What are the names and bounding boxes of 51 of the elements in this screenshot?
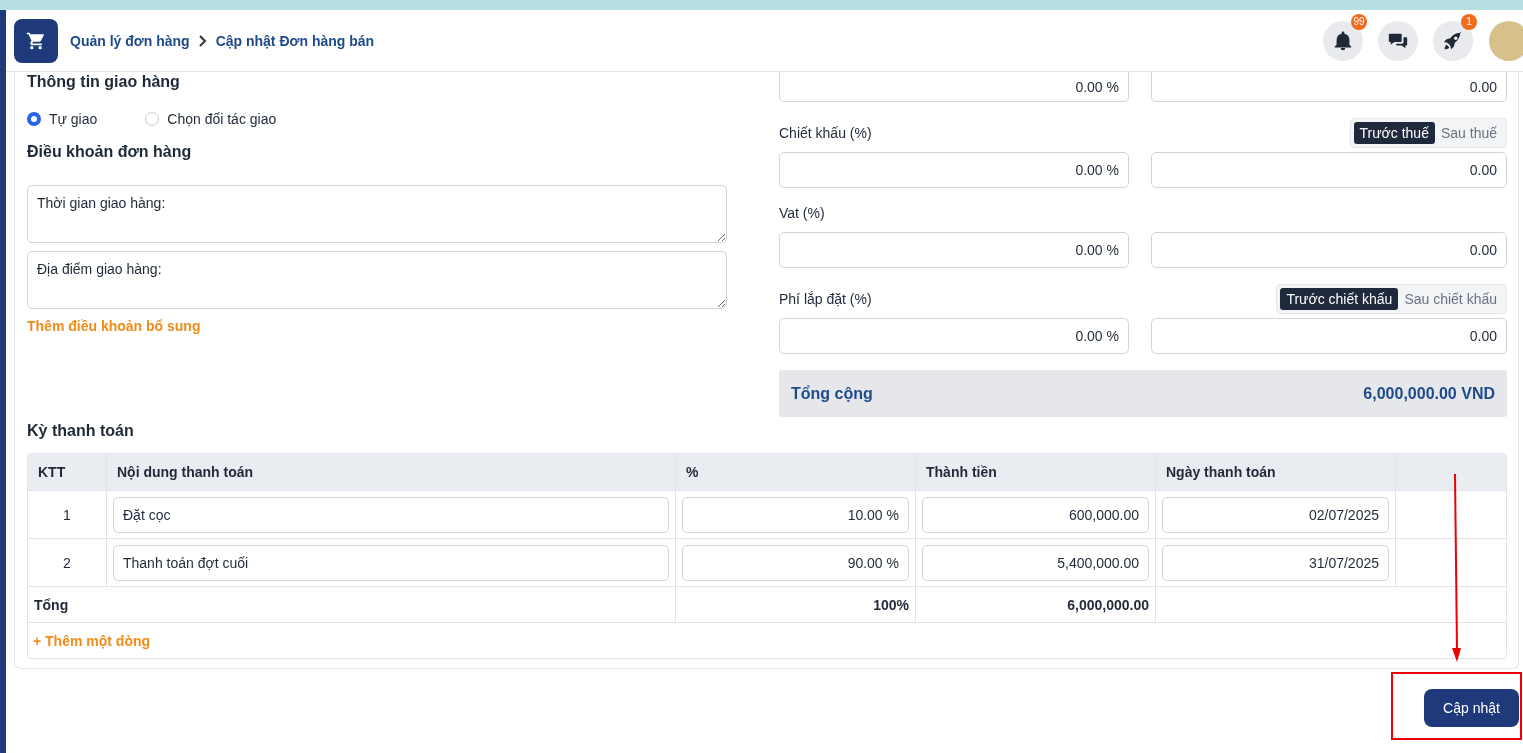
percent-field[interactable]: 0.00 %	[779, 318, 1129, 354]
launch-badge: 1	[1461, 13, 1477, 30]
rocket-icon[interactable]	[1442, 29, 1464, 52]
bell-icon[interactable]	[1332, 29, 1354, 52]
section-heading: Điều khoản đơn hàng	[27, 142, 193, 162]
total-amount: 6,000,000.00	[916, 587, 1156, 622]
percent-field[interactable]: 90.00 %	[682, 544, 909, 581]
column-header: Nội dung thanh toán	[107, 454, 676, 490]
field-label: Vat (%)	[779, 205, 825, 221]
segment-tab[interactable]: Trước chiết khấu	[1280, 288, 1399, 310]
field-label: Chiết khấu (%)	[779, 125, 872, 141]
breadcrumb-link[interactable]: Quản lý đơn hàng	[70, 32, 190, 49]
amount-field[interactable]: 0.00	[1151, 232, 1507, 268]
section-heading: Kỳ thanh toán	[27, 421, 135, 441]
date-field[interactable]: 02/07/2025	[1162, 496, 1389, 533]
content-field[interactable]: Đặt cọc	[113, 496, 669, 533]
radio-option[interactable]: Chọn đối tác giao	[145, 111, 277, 127]
column-header: Ngày thanh toán	[1156, 454, 1396, 490]
radio-option[interactable]: Tự giao	[27, 111, 98, 127]
section-heading: Thông tin giao hàng	[27, 72, 181, 92]
amount-field[interactable]: 5,400,000.00	[922, 544, 1149, 581]
field-label: Phí lắp đặt (%)	[779, 291, 872, 307]
amount-field[interactable]: 0.00	[1151, 72, 1507, 102]
text-area[interactable]: Địa điểm giao hàng:	[27, 251, 727, 309]
percent-field[interactable]: 0.00 %	[779, 72, 1129, 102]
amount-field[interactable]: 0.00	[1151, 318, 1507, 354]
total-percent: 100%	[676, 587, 916, 622]
content-field[interactable]: Thanh toán đợt cuối	[113, 544, 669, 581]
percent-field[interactable]: 10.00 %	[682, 496, 909, 533]
row-number: 1	[28, 491, 107, 538]
percent-field[interactable]: 0.00 %	[779, 232, 1129, 268]
update-button[interactable]: Cập nhật	[1424, 689, 1519, 727]
segment-tab[interactable]: Trước thuế	[1353, 122, 1435, 144]
column-header: Thành tiền	[916, 454, 1156, 490]
breadcrumb-current: Cập nhật Đơn hàng bán	[215, 32, 375, 49]
column-header: KTT	[28, 454, 107, 490]
amount-field[interactable]: 0.00	[1151, 152, 1507, 188]
cart-icon[interactable]	[14, 18, 58, 63]
total-label: Tổng cộng	[791, 384, 873, 403]
chevron-icon	[197, 34, 208, 47]
text-area[interactable]: Thời gian giao hàng:	[27, 185, 727, 243]
row-number: 2	[28, 539, 107, 586]
total-label: Tổng	[28, 587, 676, 622]
total-value: 6,000,000.00 VND	[1363, 384, 1495, 403]
notification-badge: 99	[1351, 13, 1367, 30]
date-field[interactable]: 31/07/2025	[1162, 544, 1389, 581]
column-header: %	[676, 454, 916, 490]
amount-field[interactable]: 600,000.00	[922, 496, 1149, 533]
percent-field[interactable]: 0.00 %	[779, 152, 1129, 188]
segment-tab[interactable]: Sau thuế	[1434, 122, 1503, 144]
segment-tab[interactable]: Sau chiết khấu	[1398, 288, 1503, 310]
